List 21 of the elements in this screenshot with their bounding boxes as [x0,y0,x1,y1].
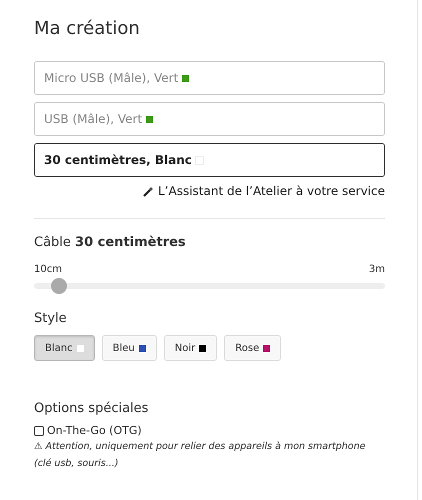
assistant-link[interactable]: L’Assistant de l’Atelier à votre service [158,184,385,198]
cable-length-label: Câble 30 centimètres [34,235,187,250]
section-title: Options spéciales [34,401,150,416]
checkbox-label[interactable]: On-The-Go (OTG) [47,424,142,437]
slider-min-label: 10cm [34,264,62,275]
style-button[interactable]: Rose [224,335,282,361]
field-value: 30 centimètres, Blanc [44,153,192,167]
warning-note: ⚠ Attention, uniquement pour relier des appareils à mon smartphone (clé usb, souris...) [34,440,366,471]
selection-field[interactable]: 30 centimètres, Blanc [34,143,385,177]
length-slider[interactable] [34,278,385,294]
style-button[interactable]: Noir [164,335,218,361]
selection-field[interactable]: Micro USB (Mâle), Vert [34,61,385,95]
magic-wand-icon [143,186,154,196]
selection-field[interactable]: USB (Mâle), Vert [34,102,385,136]
slider-thumb[interactable] [50,278,67,294]
style-button[interactable]: Blanc [34,335,95,361]
panel-title: Ma création [34,18,141,39]
style-label: Style [34,311,68,326]
style-button[interactable]: Bleu [102,335,157,361]
checkbox[interactable] [34,426,44,436]
slider-max-label: 3m [368,264,385,275]
